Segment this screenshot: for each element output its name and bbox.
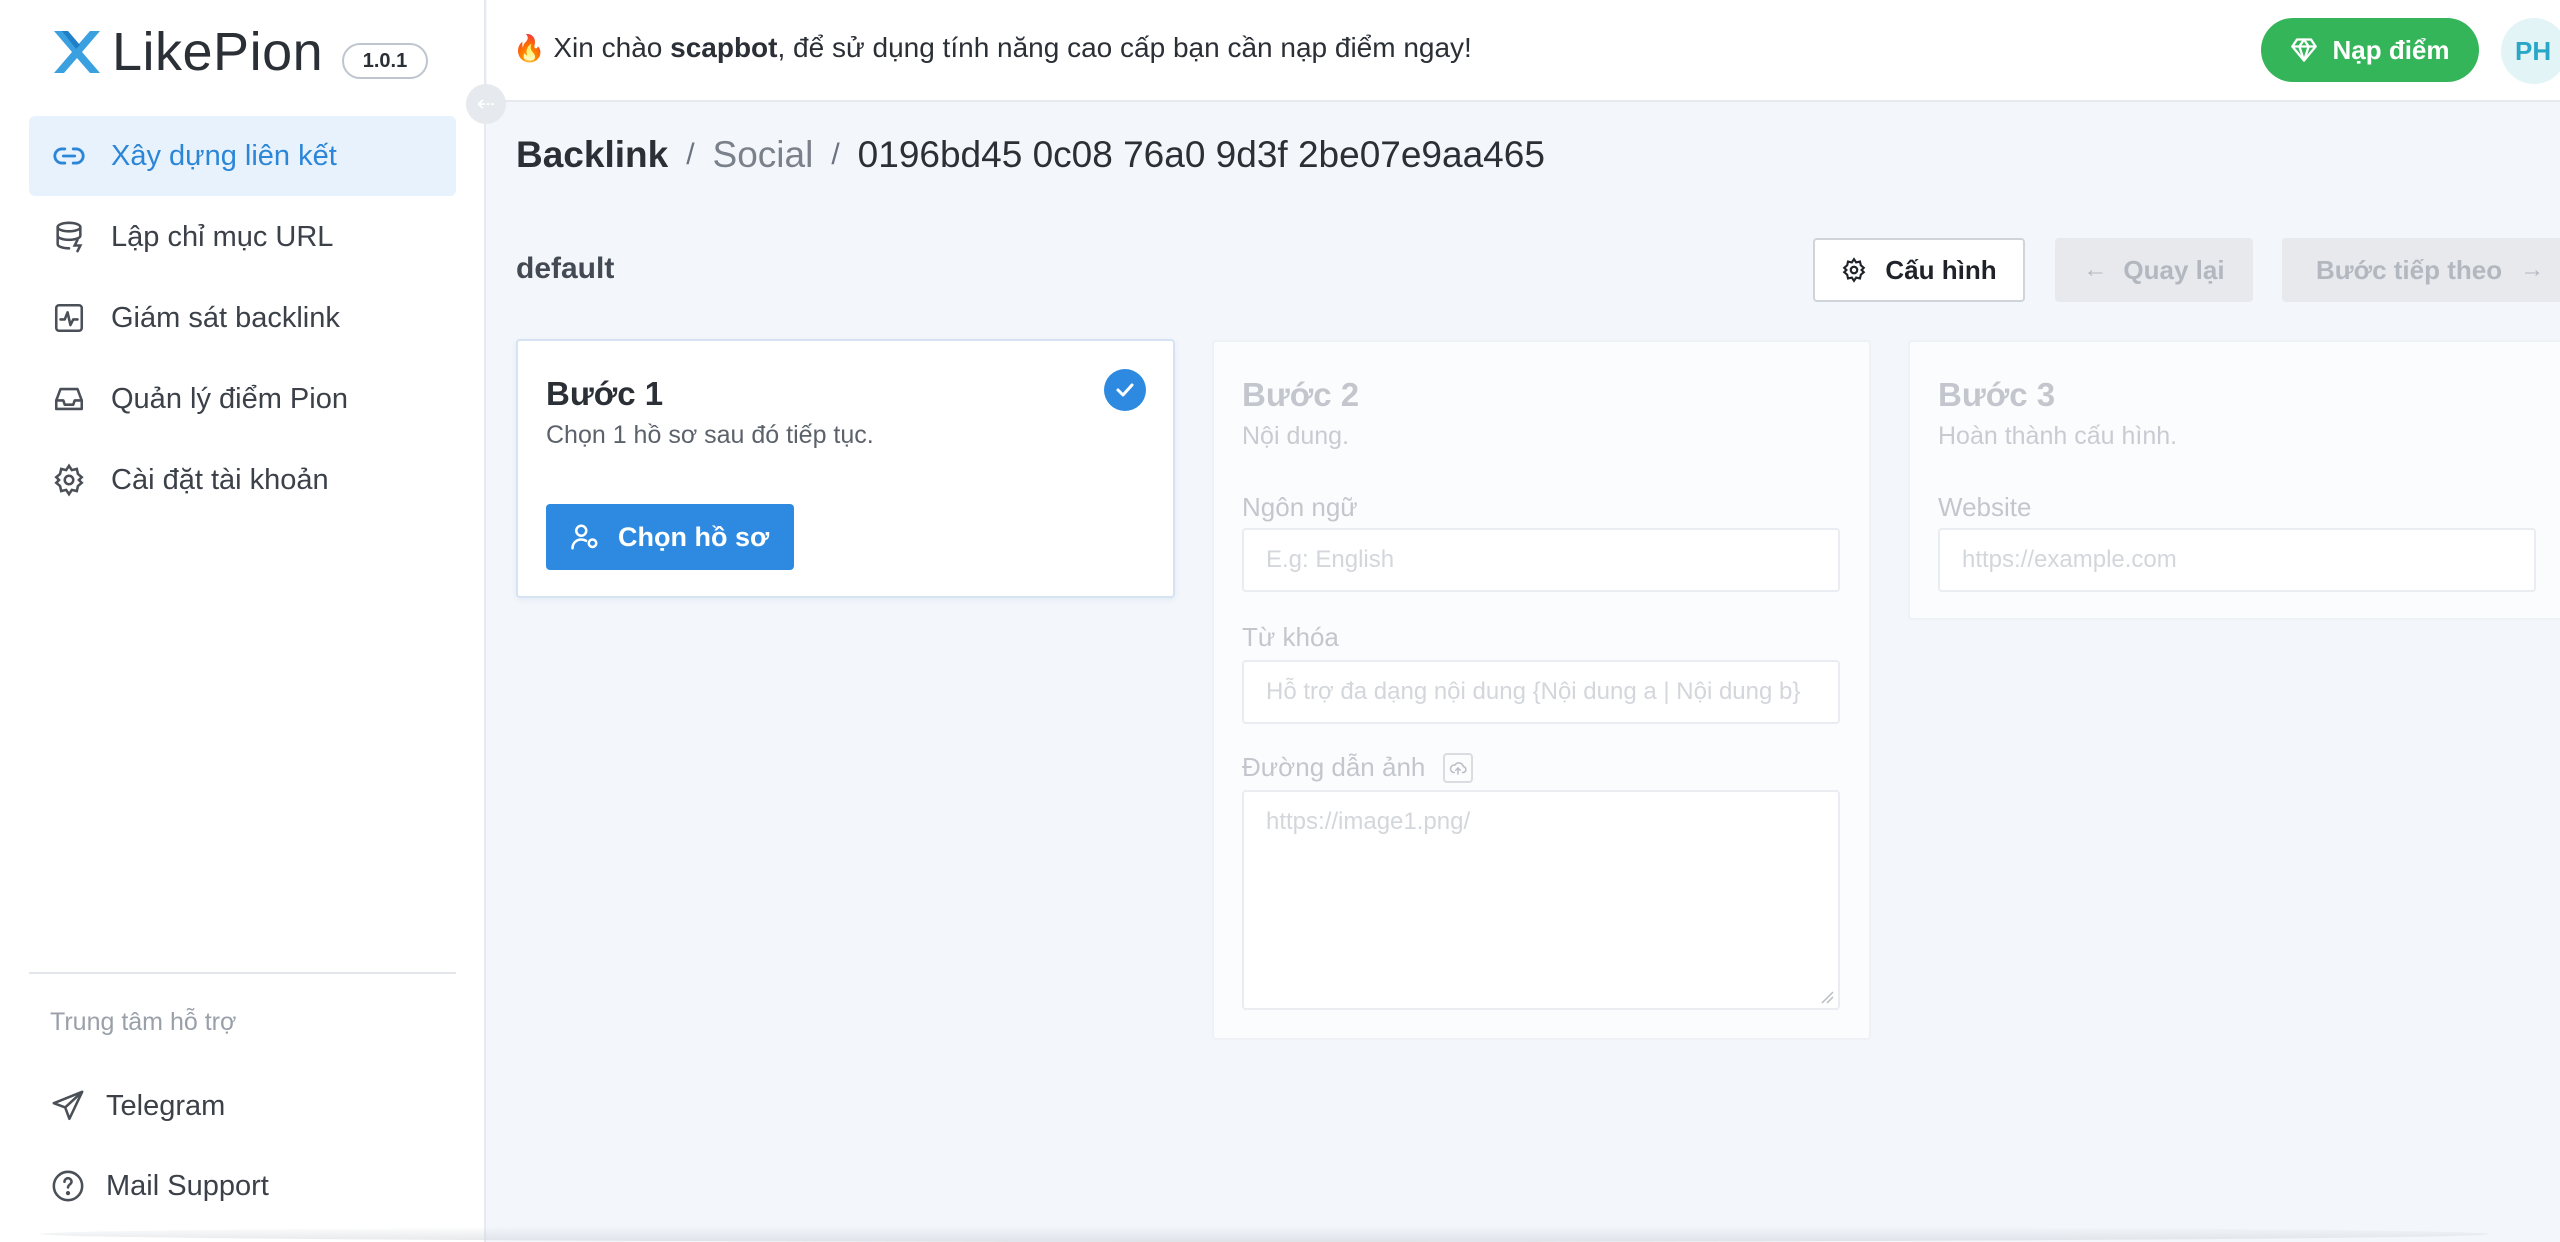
top-bar: 🔥 Xin chào scapbot, để sử dụng tính năng… [487, 0, 2560, 102]
breadcrumb: Backlink / Social / 0196bd45 0c08 76a0 9… [516, 134, 1545, 176]
image-url-placeholder: https://image1.png/ [1266, 808, 1471, 835]
config-button[interactable]: Cấu hình [1813, 238, 2025, 302]
step-title: Bước 1 [546, 375, 664, 412]
website-input[interactable]: https://example.com [1938, 528, 2536, 592]
gear-icon [51, 462, 87, 498]
sidebar-item-link-building[interactable]: Xây dựng liên kết [29, 116, 456, 196]
sidebar-item-backlink-monitor[interactable]: Giám sát backlink [29, 278, 456, 358]
inbox-icon [51, 381, 87, 417]
collapse-sidebar-button[interactable]: ⇠ [466, 84, 506, 124]
step-subtitle: Hoàn thành cấu hình. [1938, 422, 2178, 450]
breadcrumb-root[interactable]: Backlink [516, 134, 668, 176]
config-label: Cấu hình [1885, 254, 1997, 285]
likepion-logo-icon [54, 31, 100, 73]
sidebar-item-label: Lập chỉ mục URL [111, 220, 334, 253]
arrow-right-icon: → [2520, 256, 2545, 283]
database-icon [51, 219, 87, 255]
support-item-telegram[interactable]: Telegram [50, 1081, 225, 1131]
upload-cloud-icon[interactable] [1443, 752, 1474, 783]
user-avatar[interactable]: PH [2501, 18, 2560, 84]
diamond-icon [2291, 38, 2318, 62]
sidebar-item-label: Quản lý điểm Pion [111, 382, 348, 415]
activity-icon [51, 300, 87, 336]
support-item-mail[interactable]: Mail Support [50, 1161, 269, 1211]
sidebar-item-label: Cài đặt tài khoản [111, 463, 329, 496]
keyword-label: Từ khóa [1242, 622, 1339, 652]
fire-icon: 🔥 [513, 32, 546, 63]
choose-profile-button[interactable]: Chọn hồ sơ [546, 504, 794, 570]
sidebar-item-account-settings[interactable]: Cài đặt tài khoản [29, 440, 456, 520]
topup-label: Nạp điểm [2332, 34, 2450, 65]
next-step-button[interactable]: Bước tiếp theo → [2282, 238, 2560, 302]
step-card-1: Bước 1 Chọn 1 hồ sơ sau đó tiếp tục. Chọ… [516, 339, 1175, 598]
sidebar-item-label: Xây dựng liên kết [111, 139, 337, 172]
gear-icon [1843, 257, 1866, 283]
username: scapbot [670, 32, 778, 63]
version-badge: 1.0.1 [342, 43, 428, 79]
bottom-shadow [40, 1226, 2490, 1242]
link-icon [51, 138, 87, 174]
language-input[interactable]: E.g: English [1242, 528, 1840, 592]
greeting-suffix: , để sử dụng tính năng cao cấp bạn cần n… [777, 32, 1472, 63]
breadcrumb-separator: / [686, 138, 695, 171]
resize-handle-icon[interactable] [1820, 990, 1834, 1004]
support-item-label: Telegram [106, 1089, 226, 1122]
greeting-banner: 🔥 Xin chào scapbot, để sử dụng tính năng… [513, 32, 1472, 64]
next-label: Bước tiếp theo [2316, 254, 2503, 285]
step-title: Bước 2 [1242, 376, 1360, 413]
website-label: Website [1938, 492, 2032, 522]
image-url-label-row: Đường dẫn ảnh [1242, 752, 1474, 783]
send-icon [50, 1088, 86, 1124]
support-item-label: Mail Support [106, 1169, 269, 1202]
choose-profile-label: Chọn hồ sơ [618, 521, 770, 552]
step-card-3: Bước 3 Hoàn thành cấu hình. Website http… [1908, 340, 2560, 620]
step-subtitle: Chọn 1 hồ sơ sau đó tiếp tục. [546, 421, 874, 449]
check-circle-icon [1104, 369, 1146, 411]
sidebar-item-url-indexing[interactable]: Lập chỉ mục URL [29, 197, 456, 277]
arrow-left-icon: ⇠ [476, 91, 496, 116]
step-title: Bước 3 [1938, 376, 2056, 413]
keyword-input[interactable]: Hỗ trợ đa dạng nội dung {Nội dung a | Nộ… [1242, 660, 1840, 724]
image-url-textarea[interactable]: https://image1.png/ [1242, 790, 1840, 1010]
sidebar: LikePion 1.0.1 Xây dựng liên kết Lập chỉ… [0, 0, 486, 1242]
app-name: LikePion [112, 22, 324, 82]
sidebar-item-label: Giám sát backlink [111, 301, 340, 334]
image-url-label: Đường dẫn ảnh [1242, 752, 1426, 782]
user-settings-icon [571, 524, 598, 550]
breadcrumb-current: 0196bd45 0c08 76a0 9d3f 2be07e9aa465 [857, 134, 1545, 175]
arrow-left-icon: ← [2083, 256, 2108, 283]
back-label: Quay lại [2123, 254, 2225, 285]
sidebar-item-pion-points[interactable]: Quản lý điểm Pion [29, 359, 456, 439]
sidebar-nav: Xây dựng liên kết Lập chỉ mục URL Giám s… [29, 116, 456, 521]
topup-points-button[interactable]: Nạp điểm [2261, 18, 2479, 82]
language-label: Ngôn ngữ [1242, 492, 1358, 522]
step-subtitle: Nội dung. [1242, 422, 1350, 450]
step-card-2: Bước 2 Nội dung. Ngôn ngữ E.g: English T… [1212, 340, 1871, 1040]
back-button[interactable]: ← Quay lại [2055, 238, 2253, 302]
app-logo[interactable]: LikePion [50, 22, 324, 82]
support-title: Trung tâm hỗ trợ [50, 1008, 237, 1036]
breadcrumb-separator: / [831, 138, 840, 171]
help-circle-icon [50, 1168, 86, 1204]
breadcrumb-middle[interactable]: Social [713, 134, 814, 176]
support-divider [29, 972, 456, 974]
profile-name: default [516, 252, 615, 285]
greeting-prefix: Xin chào [553, 32, 663, 63]
